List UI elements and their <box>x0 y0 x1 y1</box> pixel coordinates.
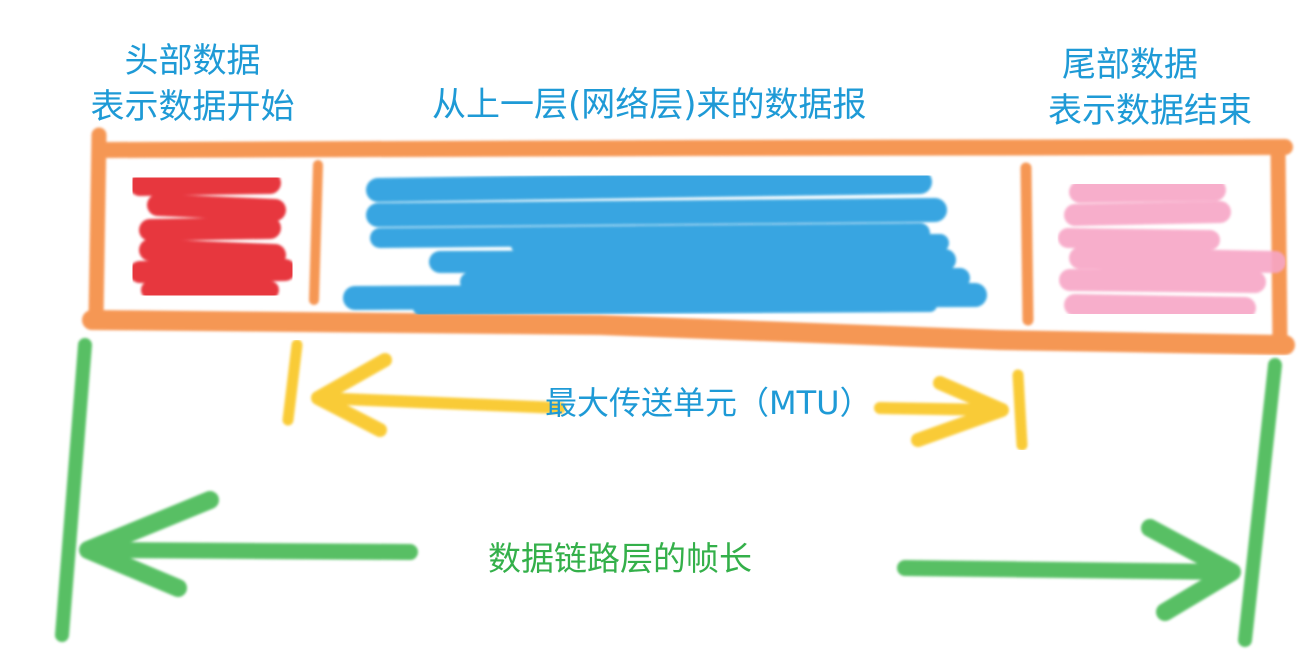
trailer-block <box>1058 179 1286 319</box>
header-label-line2: 表示数据开始 <box>90 87 295 127</box>
header-label-line1: 头部数据 <box>124 41 261 81</box>
mtu-label: 最大传送单元（MTU） <box>545 384 872 422</box>
trailer-label-line2: 表示数据结束 <box>1048 91 1252 131</box>
payload-label: 从上一层(网络层)来的数据报 <box>432 85 867 125</box>
header-block <box>129 172 296 299</box>
trailer-label: 尾部数据 表示数据结束 <box>1020 42 1280 134</box>
trailer-label-line1: 尾部数据 <box>1062 45 1198 85</box>
header-label: 头部数据 表示数据开始 <box>60 38 325 130</box>
payload-block <box>343 170 987 315</box>
frame-length-label: 数据链路层的帧长 <box>488 539 752 578</box>
